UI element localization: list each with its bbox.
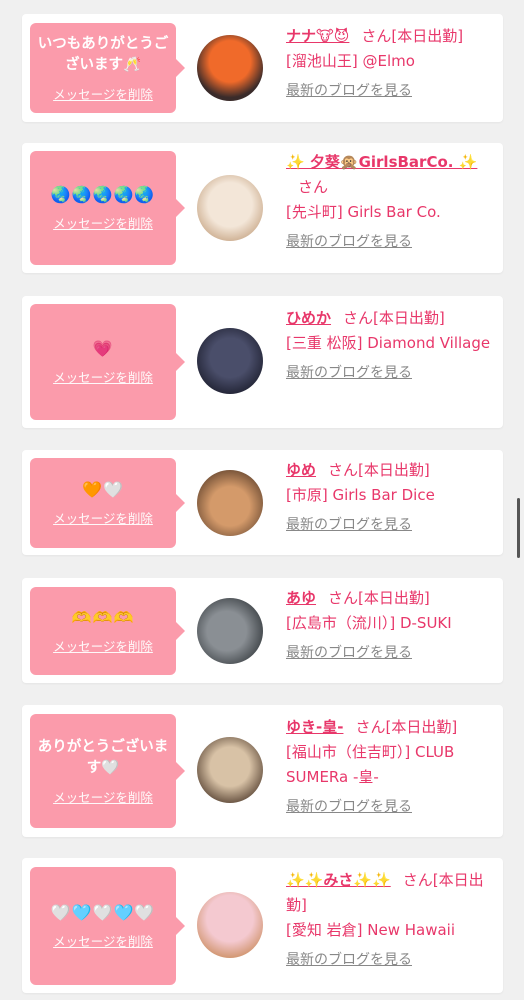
status-text: [本日出勤] <box>385 718 458 736</box>
message-bubble: 🌏🌏🌏🌏🌏 メッセージを削除 <box>30 151 185 265</box>
status-text: [本日出勤] <box>391 27 464 45</box>
cast-name-link[interactable]: あゆ <box>286 589 316 607</box>
avatar[interactable] <box>197 892 263 958</box>
latest-blog-link[interactable]: 最新のブログを見る <box>286 948 496 973</box>
avatar[interactable] <box>197 598 263 664</box>
latest-blog-link[interactable]: 最新のブログを見る <box>286 361 496 386</box>
cast-name-link[interactable]: ゆき-皇- <box>286 718 343 736</box>
status-text: [本日出勤] <box>373 309 445 327</box>
honorific: さん <box>355 718 386 736</box>
delete-message-link[interactable]: メッセージを削除 <box>53 508 153 527</box>
message-bubble: いつもありがとうございます🥂 メッセージを削除 <box>30 23 185 113</box>
avatar[interactable] <box>197 175 263 241</box>
message-card: ありがとうございます🤍 メッセージを削除 ゆき-皇- さん[本日出勤] [福山市（… <box>22 705 503 837</box>
cast-info: ✨ 夕葵🙊GirlsBarCo. ✨ さん [先斗町] Girls Bar Co.… <box>286 150 496 255</box>
shop-text: [先斗町] Girls Bar Co. <box>286 203 441 221</box>
cast-info: ゆめ さん[本日出勤] [市原] Girls Bar Dice 最新のブログを見る <box>286 458 496 538</box>
shop-text: [愛知 岩倉] New Hawaii <box>286 921 455 939</box>
latest-blog-link[interactable]: 最新のブログを見る <box>286 795 496 820</box>
cast-name-link[interactable]: ゆめ <box>286 461 316 479</box>
message-text: 💗 <box>92 339 114 358</box>
message-card: 🧡🤍 メッセージを削除 ゆめ さん[本日出勤] [市原] Girls Bar Di… <box>22 450 503 555</box>
cast-info: ✨✨みさ✨✨ さん[本日出勤] [愛知 岩倉] New Hawaii 最新のブログ… <box>286 868 496 973</box>
status-text: [本日出勤] <box>358 461 430 479</box>
latest-blog-link[interactable]: 最新のブログを見る <box>286 79 496 104</box>
latest-blog-link[interactable]: 最新のブログを見る <box>286 641 496 666</box>
message-card: いつもありがとうございます🥂 メッセージを削除 ナナ🐮😈 さん[本日出勤] [溜池… <box>22 14 503 122</box>
cast-info: ゆき-皇- さん[本日出勤] [福山市（住吉町）] CLUB SUMERa -皇-… <box>286 715 496 820</box>
message-bubble: 💗 メッセージを削除 <box>30 304 185 420</box>
shop-text: [福山市（住吉町）] CLUB SUMERa -皇- <box>286 743 455 786</box>
message-card: 💗 メッセージを削除 ひめか さん[本日出勤] [三重 松阪] Diamond V… <box>22 296 503 428</box>
avatar[interactable] <box>197 470 263 536</box>
cast-name-link[interactable]: ナナ🐮😈 <box>286 27 349 45</box>
honorific: さん <box>361 27 392 45</box>
cast-name-link[interactable]: ✨✨みさ✨✨ <box>286 871 391 889</box>
delete-message-link[interactable]: メッセージを削除 <box>53 931 153 950</box>
delete-message-link[interactable]: メッセージを削除 <box>53 636 153 655</box>
delete-message-link[interactable]: メッセージを削除 <box>53 367 153 386</box>
avatar[interactable] <box>197 737 263 803</box>
message-text: ありがとうございます🤍 <box>37 738 169 776</box>
honorific: さん <box>328 589 359 607</box>
message-bubble: 🫶🫶🫶 メッセージを削除 <box>30 587 185 675</box>
honorific: さん <box>402 871 433 889</box>
latest-blog-link[interactable]: 最新のブログを見る <box>286 513 496 538</box>
message-bubble: 🤍🩵🤍🩵🤍 メッセージを削除 <box>30 867 185 985</box>
honorific: さん <box>343 309 374 327</box>
cast-info: あゆ さん[本日出勤] [広島市（流川）] D-SUKI 最新のブログを見る <box>286 586 496 666</box>
shop-text: [市原] Girls Bar Dice <box>286 486 435 504</box>
message-text: 🫶🫶🫶 <box>71 608 135 627</box>
message-card: 🤍🩵🤍🩵🤍 メッセージを削除 ✨✨みさ✨✨ さん[本日出勤] [愛知 岩倉] Ne… <box>22 858 503 993</box>
delete-message-link[interactable]: メッセージを削除 <box>53 213 153 232</box>
cast-info: ナナ🐮😈 さん[本日出勤] [溜池山王] @Elmo 最新のブログを見る <box>286 24 496 104</box>
cast-name-link[interactable]: ✨ 夕葵🙊GirlsBarCo. ✨ <box>286 153 477 171</box>
message-text: 🤍🩵🤍🩵🤍 <box>50 903 156 922</box>
cast-name-link[interactable]: ひめか <box>286 309 331 327</box>
delete-message-link[interactable]: メッセージを削除 <box>53 84 153 103</box>
honorific: さん <box>328 461 359 479</box>
scrollbar[interactable] <box>517 498 520 558</box>
shop-text: [溜池山王] @Elmo <box>286 52 415 70</box>
message-text: 🧡🤍 <box>82 480 124 499</box>
message-bubble: 🧡🤍 メッセージを削除 <box>30 458 185 548</box>
shop-text: [広島市（流川）] D-SUKI <box>286 614 452 632</box>
avatar[interactable] <box>197 35 263 101</box>
message-text: 🌏🌏🌏🌏🌏 <box>50 185 156 204</box>
avatar[interactable] <box>197 328 263 394</box>
message-text: いつもありがとうございます🥂 <box>37 35 169 73</box>
message-card: 🫶🫶🫶 メッセージを削除 あゆ さん[本日出勤] [広島市（流川）] D-SUKI… <box>22 578 503 683</box>
shop-text: [三重 松阪] Diamond Village <box>286 334 491 352</box>
delete-message-link[interactable]: メッセージを削除 <box>53 787 153 806</box>
status-text: [本日出勤] <box>358 589 430 607</box>
honorific: さん <box>298 178 329 196</box>
message-bubble: ありがとうございます🤍 メッセージを削除 <box>30 714 185 828</box>
latest-blog-link[interactable]: 最新のブログを見る <box>286 230 496 255</box>
message-card: 🌏🌏🌏🌏🌏 メッセージを削除 ✨ 夕葵🙊GirlsBarCo. ✨ さん [先斗町… <box>22 143 503 273</box>
cast-info: ひめか さん[本日出勤] [三重 松阪] Diamond Village 最新のブ… <box>286 306 496 386</box>
